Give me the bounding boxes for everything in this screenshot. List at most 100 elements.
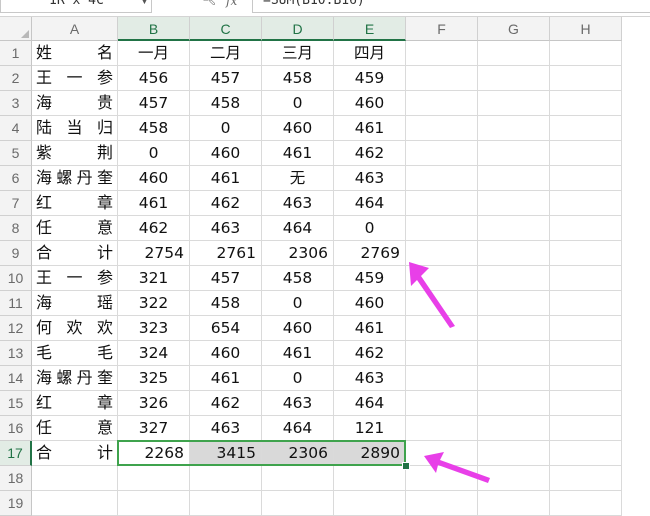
row-header-1[interactable]: 1 <box>0 41 32 66</box>
cell-f17[interactable] <box>406 441 478 466</box>
cell-h15[interactable] <box>550 391 622 416</box>
cell-f2[interactable] <box>406 66 478 91</box>
cell-f8[interactable] <box>406 216 478 241</box>
cell-d2[interactable]: 458 <box>262 66 334 91</box>
cell-b15[interactable]: 326 <box>118 391 190 416</box>
cell-b1[interactable]: 一月 <box>118 41 190 66</box>
formula-input[interactable]: =SUM(B10:B16) <box>252 0 650 13</box>
cell-h10[interactable] <box>550 266 622 291</box>
cell-e18[interactable] <box>334 466 406 491</box>
column-header-e[interactable]: E <box>334 17 406 41</box>
cell-f19[interactable] <box>406 491 478 516</box>
row-header-4[interactable]: 4 <box>0 116 32 141</box>
cell-b7[interactable]: 461 <box>118 191 190 216</box>
cell-b5[interactable]: 0 <box>118 141 190 166</box>
cell-g16[interactable] <box>478 416 550 441</box>
cell-b4[interactable]: 458 <box>118 116 190 141</box>
cell-a18[interactable] <box>32 466 118 491</box>
fx-icon[interactable]: fx <box>226 0 237 8</box>
row-header-15[interactable]: 15 <box>0 391 32 416</box>
row-header-14[interactable]: 14 <box>0 366 32 391</box>
cell-f7[interactable] <box>406 191 478 216</box>
cell-e11[interactable]: 460 <box>334 291 406 316</box>
cell-g15[interactable] <box>478 391 550 416</box>
select-all-corner[interactable] <box>0 17 32 41</box>
cell-f3[interactable] <box>406 91 478 116</box>
cell-h5[interactable] <box>550 141 622 166</box>
cell-g17[interactable] <box>478 441 550 466</box>
cell-b3[interactable]: 457 <box>118 91 190 116</box>
cell-e6[interactable]: 463 <box>334 166 406 191</box>
cell-e14[interactable]: 463 <box>334 366 406 391</box>
cell-c16[interactable]: 463 <box>190 416 262 441</box>
cell-d18[interactable] <box>262 466 334 491</box>
cell-d3[interactable]: 0 <box>262 91 334 116</box>
cell-f4[interactable] <box>406 116 478 141</box>
cell-h4[interactable] <box>550 116 622 141</box>
cell-d11[interactable]: 0 <box>262 291 334 316</box>
chevron-down-icon[interactable]: ▼ <box>141 0 148 6</box>
cell-a19[interactable] <box>32 491 118 516</box>
cell-f10[interactable] <box>406 266 478 291</box>
cell-g2[interactable] <box>478 66 550 91</box>
cell-b18[interactable] <box>118 466 190 491</box>
cell-h17[interactable] <box>550 441 622 466</box>
cell-c5[interactable]: 460 <box>190 141 262 166</box>
cell-h9[interactable] <box>550 241 622 266</box>
cell-f9[interactable] <box>406 241 478 266</box>
row-header-9[interactable]: 9 <box>0 241 32 266</box>
cell-b10[interactable]: 321 <box>118 266 190 291</box>
cell-d6[interactable]: 无 <box>262 166 334 191</box>
row-header-18[interactable]: 18 <box>0 466 32 491</box>
cell-a15[interactable]: 红 章 <box>32 391 118 416</box>
cell-d17[interactable]: 2306 <box>262 441 334 466</box>
cell-g19[interactable] <box>478 491 550 516</box>
cell-a11[interactable]: 海 瑶 <box>32 291 118 316</box>
cell-d13[interactable]: 461 <box>262 341 334 366</box>
row-header-19[interactable]: 19 <box>0 491 32 516</box>
cell-g6[interactable] <box>478 166 550 191</box>
row-header-10[interactable]: 10 <box>0 266 32 291</box>
cell-b8[interactable]: 462 <box>118 216 190 241</box>
cell-a2[interactable]: 王 一 参 <box>32 66 118 91</box>
cell-g18[interactable] <box>478 466 550 491</box>
cell-b11[interactable]: 322 <box>118 291 190 316</box>
cell-e7[interactable]: 464 <box>334 191 406 216</box>
cell-a3[interactable]: 海 贵 <box>32 91 118 116</box>
cell-c19[interactable] <box>190 491 262 516</box>
column-header-b[interactable]: B <box>118 17 190 41</box>
cell-b16[interactable]: 327 <box>118 416 190 441</box>
cell-e15[interactable]: 464 <box>334 391 406 416</box>
row-header-3[interactable]: 3 <box>0 91 32 116</box>
cell-e3[interactable]: 460 <box>334 91 406 116</box>
cell-d5[interactable]: 461 <box>262 141 334 166</box>
cell-g13[interactable] <box>478 341 550 366</box>
cell-h14[interactable] <box>550 366 622 391</box>
cell-c13[interactable]: 460 <box>190 341 262 366</box>
cell-c18[interactable] <box>190 466 262 491</box>
cell-e16[interactable]: 121 <box>334 416 406 441</box>
cell-e2[interactable]: 459 <box>334 66 406 91</box>
cell-g12[interactable] <box>478 316 550 341</box>
cell-b12[interactable]: 323 <box>118 316 190 341</box>
column-header-f[interactable]: F <box>406 17 478 41</box>
cell-a6[interactable]: 海螺丹奎 <box>32 166 118 191</box>
cell-c10[interactable]: 457 <box>190 266 262 291</box>
magnifier-icon[interactable]: 🔍︎ <box>200 0 217 7</box>
cell-b17[interactable]: 2268 <box>118 441 190 466</box>
cell-f13[interactable] <box>406 341 478 366</box>
cell-a8[interactable]: 任 意 <box>32 216 118 241</box>
cell-e17[interactable]: 2890 <box>334 441 406 466</box>
cell-a14[interactable]: 海螺丹奎 <box>32 366 118 391</box>
cell-a5[interactable]: 紫 荆 <box>32 141 118 166</box>
cell-b6[interactable]: 460 <box>118 166 190 191</box>
cell-a17[interactable]: 合 计 <box>32 441 118 466</box>
cell-h13[interactable] <box>550 341 622 366</box>
cell-c17[interactable]: 3415 <box>190 441 262 466</box>
cell-h12[interactable] <box>550 316 622 341</box>
cell-c2[interactable]: 457 <box>190 66 262 91</box>
cell-e9[interactable]: 2769 <box>334 241 406 266</box>
cell-g7[interactable] <box>478 191 550 216</box>
cell-c15[interactable]: 462 <box>190 391 262 416</box>
cell-f14[interactable] <box>406 366 478 391</box>
